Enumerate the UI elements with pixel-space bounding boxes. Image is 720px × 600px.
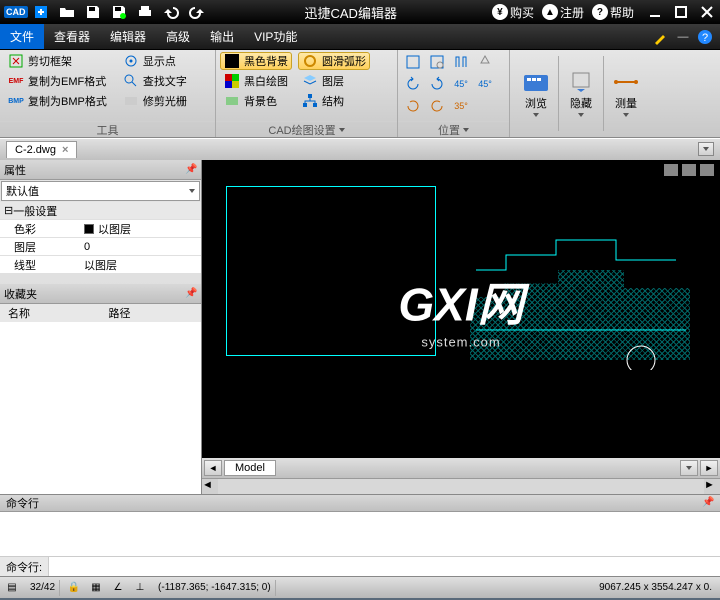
rot-cw-icon[interactable] <box>426 96 448 116</box>
register-button[interactable]: ▲注册 <box>542 4 588 21</box>
rot-left-icon[interactable] <box>402 74 424 94</box>
pin-icon-3[interactable]: 📌 <box>702 497 714 509</box>
angle-neg45-icon[interactable]: 45° <box>474 74 496 94</box>
tab-vip[interactable]: VIP功能 <box>244 24 307 49</box>
model-nav-left[interactable]: ◄ <box>204 460 222 476</box>
canvas-tool-1[interactable] <box>664 164 678 176</box>
new-icon[interactable] <box>30 3 52 21</box>
close-file-icon[interactable]: × <box>62 144 68 156</box>
group-cad-label: CAD绘图设置 <box>216 121 397 137</box>
prop-general-header[interactable]: ⊟ 一般设置 <box>0 202 201 220</box>
redo-icon[interactable] <box>186 3 208 21</box>
cmd-output <box>0 512 720 556</box>
save-icon[interactable] <box>82 3 104 21</box>
angle-35-icon[interactable]: 35° <box>450 96 472 116</box>
pen-icon[interactable] <box>652 28 670 46</box>
tab-viewer[interactable]: 查看器 <box>44 24 100 49</box>
tab-output[interactable]: 输出 <box>200 24 244 49</box>
angle-45-icon[interactable]: 45° <box>450 74 472 94</box>
cmd-prompt-label: 命令行: <box>0 557 49 576</box>
tab-dropdown-icon[interactable] <box>698 142 714 156</box>
drawing-canvas[interactable]: GXI网system.com <box>202 160 720 458</box>
group-tools-label: 工具 <box>0 121 215 137</box>
minimize-ribbon-icon[interactable]: — <box>674 28 692 46</box>
pos-icon-3[interactable] <box>450 52 472 72</box>
status-dims: 9067.245 x 3554.247 x 0. <box>595 580 716 596</box>
app-logo: CAD <box>4 6 28 18</box>
window-title: 迅捷CAD编辑器 <box>210 3 492 22</box>
tab-advanced[interactable]: 高级 <box>156 24 200 49</box>
measure-button[interactable]: 测量 <box>604 52 648 135</box>
default-combo[interactable]: 默认值 <box>1 181 200 201</box>
prop-layer-row[interactable]: 图层0 <box>0 238 201 256</box>
maximize-icon[interactable] <box>670 3 692 21</box>
status-angle-icon[interactable]: ∠ <box>110 580 126 596</box>
pin-icon[interactable]: 📌 <box>185 164 197 176</box>
hide-button[interactable]: 隐藏 <box>559 52 603 135</box>
saveas-icon[interactable] <box>108 3 130 21</box>
black-bg-button[interactable]: 黑色背景 <box>220 52 292 70</box>
trim-clip-button[interactable]: 修剪光栅 <box>119 92 191 110</box>
browse-button[interactable]: 浏览 <box>514 52 558 135</box>
clip-frame-button[interactable]: 剪切框架 <box>4 52 111 70</box>
minimize-icon[interactable] <box>644 3 666 21</box>
status-lock-icon[interactable]: 🔒 <box>66 580 82 596</box>
open-icon[interactable] <box>56 3 78 21</box>
model-nav-right[interactable]: ► <box>700 460 718 476</box>
buy-button[interactable]: ¥购买 <box>492 4 538 21</box>
pos-icon-4[interactable] <box>474 52 496 72</box>
pin-icon-2[interactable]: 📌 <box>185 288 197 300</box>
tab-editor[interactable]: 编辑器 <box>100 24 156 49</box>
canvas-tool-3[interactable] <box>700 164 714 176</box>
status-pages: 32/42 <box>26 580 60 596</box>
copy-bmp-button[interactable]: BMP复制为BMP格式 <box>4 92 111 110</box>
watermark: GXI网system.com <box>398 269 523 350</box>
bw-draw-button[interactable]: 黑白绘图 <box>220 72 292 90</box>
svg-text:?: ? <box>702 32 708 44</box>
prop-color-row[interactable]: 色彩以图层 <box>0 220 201 238</box>
help-small-icon[interactable]: ? <box>696 28 714 46</box>
bg-color-button[interactable]: 背景色 <box>220 92 292 110</box>
h-scrollbar[interactable]: ◄► <box>202 478 720 494</box>
rot-ccw-icon[interactable] <box>402 96 424 116</box>
cmd-header: 命令行📌 <box>0 494 720 512</box>
model-nav-dropdown[interactable] <box>680 460 698 476</box>
undo-icon[interactable] <box>160 3 182 21</box>
smooth-arc-button[interactable]: 圆滑弧形 <box>298 52 370 70</box>
rot-right-icon[interactable] <box>426 74 448 94</box>
status-ortho-icon[interactable]: ⊥ <box>132 580 148 596</box>
tab-file[interactable]: 文件 <box>0 24 44 49</box>
prop-linetype-row[interactable]: 线型以图层 <box>0 256 201 274</box>
find-text-button[interactable]: 查找文字 <box>119 72 191 90</box>
show-point-button[interactable]: 显示点 <box>119 52 191 70</box>
close-icon[interactable] <box>696 3 718 21</box>
cmd-input[interactable] <box>49 557 720 576</box>
status-coords: (-1187.365; -1647.315; 0) <box>154 580 276 596</box>
print-icon[interactable] <box>134 3 156 21</box>
group-position-label: 位置 <box>398 121 509 137</box>
pos-icon-2[interactable] <box>426 52 448 72</box>
properties-header: 属性📌 <box>0 160 201 180</box>
layer-button[interactable]: 图层 <box>298 72 370 90</box>
status-icon-1[interactable]: ▤ <box>4 580 20 596</box>
model-tab[interactable]: Model <box>224 460 276 476</box>
copy-emf-button[interactable]: EMF复制为EMF格式 <box>4 72 111 90</box>
pos-icon-1[interactable] <box>402 52 424 72</box>
status-layer-icon[interactable]: ▦ <box>88 580 104 596</box>
canvas-tool-2[interactable] <box>682 164 696 176</box>
help-button[interactable]: ?帮助 <box>592 4 638 21</box>
structure-button[interactable]: 结构 <box>298 92 370 110</box>
favorites-header: 收藏夹📌 <box>0 284 201 304</box>
file-tab[interactable]: C-2.dwg× <box>6 141 77 158</box>
fav-header-row: 名称路径 <box>0 304 201 322</box>
